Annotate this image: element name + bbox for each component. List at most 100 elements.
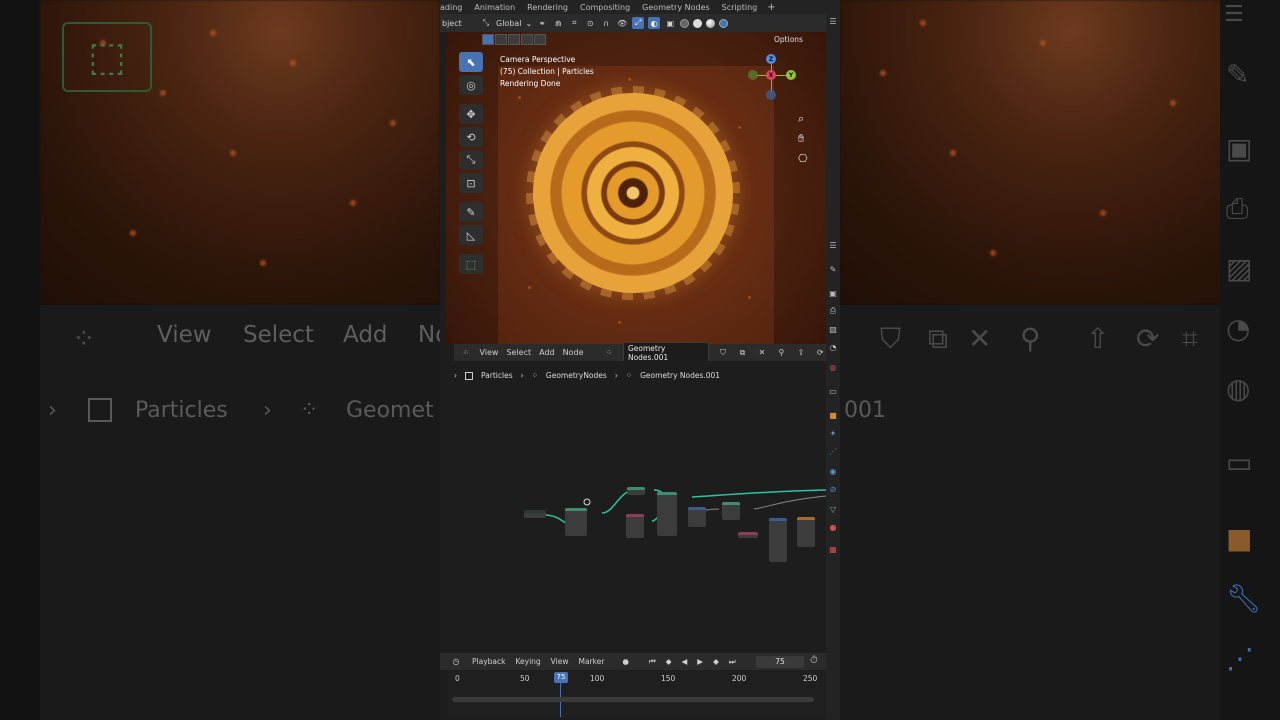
zoom-icon[interactable]: ⌕ [798, 112, 804, 126]
unlink-close-icon[interactable]: ✕ [756, 347, 767, 359]
tab-geometry-nodes[interactable]: Geometry Nodes [636, 3, 715, 12]
world-icon[interactable]: ◍ [828, 362, 838, 372]
transform-node[interactable] [688, 507, 706, 527]
points-node[interactable] [627, 487, 645, 495]
playback-dropdown[interactable]: Playback [472, 657, 505, 666]
menu-select[interactable]: Select [506, 348, 531, 357]
visibility-icon[interactable]: 👁︎ [616, 17, 628, 29]
view-layer-icon[interactable]: ▨ [828, 324, 838, 334]
timeline-editor-icon[interactable]: ◷ [450, 656, 462, 668]
timeline-scrollbar[interactable] [452, 697, 814, 702]
transform-icon[interactable]: ⊡ [459, 173, 483, 193]
gizmo-z-axis[interactable]: Z [766, 54, 776, 64]
solid-shading-icon[interactable] [693, 18, 703, 28]
pin-icon[interactable]: ⚲ [776, 347, 787, 359]
data-icon[interactable]: ▽ [828, 504, 838, 514]
gizmo-neg-z[interactable] [766, 90, 776, 100]
gizmo-y-axis[interactable]: Y [786, 70, 796, 80]
annotate-icon[interactable]: ✎ [459, 202, 483, 222]
select-intersect-icon[interactable] [534, 34, 546, 45]
menu-node[interactable]: Node [563, 348, 584, 357]
gizmo-neg-y[interactable] [748, 70, 758, 80]
math-node[interactable] [738, 532, 758, 538]
texture-icon[interactable]: ▦ [828, 544, 838, 554]
material-shading-icon[interactable] [706, 18, 716, 28]
jump-start-icon[interactable]: ⏮ [649, 657, 656, 667]
options-dropdown[interactable]: Options [774, 35, 803, 44]
collection-icon[interactable]: ▭ [828, 386, 838, 396]
tab-shading[interactable]: ading [440, 3, 468, 12]
xray-icon[interactable]: ▣ [664, 17, 676, 29]
modifier-icon[interactable]: ✦ [828, 428, 838, 438]
menu-add[interactable]: Add [539, 348, 555, 357]
material-icon[interactable]: ● [828, 522, 838, 532]
select-subtract-icon[interactable] [508, 34, 520, 45]
instance-node[interactable] [657, 492, 677, 536]
rotate-icon[interactable]: ⟲ [459, 127, 483, 147]
snap-icon[interactable]: ⟳ [815, 347, 826, 359]
pan-hand-icon[interactable]: ✋︎ [798, 132, 804, 146]
current-frame-field[interactable]: 75 [756, 656, 804, 668]
distribute-node[interactable] [565, 508, 587, 536]
group-input-node[interactable] [524, 510, 546, 518]
falloff-icon[interactable]: ∩ [600, 17, 612, 29]
tab-compositing[interactable]: Compositing [574, 3, 636, 12]
output-props-icon[interactable]: ⎙ [828, 306, 838, 316]
select-extend-icon[interactable] [495, 34, 507, 45]
overlay-toggle-icon[interactable]: ◐ [648, 17, 661, 29]
add-cube-icon[interactable]: ⬚ [459, 254, 483, 274]
duplicate-icon[interactable]: ⧉ [737, 347, 748, 359]
pivot-icon[interactable]: ⚭ [536, 17, 548, 29]
select-box-icon[interactable]: ⬉ [459, 52, 483, 72]
record-icon[interactable]: ● [622, 657, 629, 666]
scale-icon[interactable]: ⤡ [459, 150, 483, 170]
select-new-icon[interactable] [482, 34, 494, 45]
snap-icon[interactable]: ⋒ [552, 17, 564, 29]
jump-end-icon[interactable]: ⏭ [729, 657, 736, 667]
navigation-gizmo[interactable]: Z X Y [748, 54, 796, 100]
physics-icon[interactable]: ◉ [828, 466, 838, 476]
tab-animation[interactable]: Animation [468, 3, 521, 12]
wireframe-shading-icon[interactable] [680, 18, 690, 28]
gizmo-toggle-icon[interactable]: ⤢ [632, 17, 645, 29]
node-tree-icon[interactable]: ⁘ [604, 347, 615, 359]
editor-type-icon[interactable]: ⁘ [460, 347, 471, 359]
measure-icon[interactable]: ◺ [459, 225, 483, 245]
tab-rendering[interactable]: Rendering [521, 3, 574, 12]
menu-icon-2[interactable]: ☰ [828, 240, 838, 250]
prev-keyframe-icon[interactable]: ◆ [666, 657, 672, 666]
snap-target-icon[interactable]: ⌗ [568, 17, 580, 29]
fake-user-shield-icon[interactable]: ⛉ [717, 347, 728, 359]
tool-props-icon[interactable]: ✎ [828, 264, 838, 274]
random-value-node[interactable] [626, 514, 644, 538]
set-material-node[interactable] [769, 518, 787, 562]
marker-menu[interactable]: Marker [578, 657, 604, 666]
scene-icon[interactable]: ◔ [828, 342, 838, 352]
mode-dropdown[interactable]: bject [442, 19, 476, 28]
view-menu[interactable]: View [551, 657, 569, 666]
render-props-icon[interactable]: ▣ [828, 288, 838, 298]
gizmo-x-axis[interactable]: X [766, 70, 776, 80]
cursor-icon[interactable]: ◎ [459, 75, 483, 95]
realize-node[interactable] [722, 502, 740, 520]
camera-view-icon[interactable]: ⎔ [798, 152, 808, 165]
transform-orientation-dropdown[interactable]: Global [496, 19, 522, 28]
move-icon[interactable]: ✥ [459, 104, 483, 124]
play-icon[interactable]: ▶ [697, 657, 703, 666]
keying-dropdown[interactable]: Keying [515, 657, 540, 666]
particles-icon[interactable]: ⋰ [828, 446, 838, 456]
timeline-ruler[interactable]: 0 50 100 150 200 250 [448, 670, 826, 718]
object-props-icon[interactable]: ■ [828, 410, 838, 420]
select-invert-icon[interactable] [521, 34, 533, 45]
playhead[interactable]: 75 [554, 672, 568, 683]
stopwatch-icon[interactable]: ⏱ [810, 655, 818, 666]
add-workspace-button[interactable]: + [763, 2, 779, 13]
tab-scripting[interactable]: Scripting [716, 3, 764, 12]
output-node[interactable] [797, 517, 815, 547]
play-reverse-icon[interactable]: ◀ [682, 657, 688, 666]
next-keyframe-icon[interactable]: ◆ [713, 657, 719, 666]
menu-view[interactable]: View [479, 348, 498, 357]
constraints-icon[interactable]: ⊘ [828, 484, 838, 494]
proportional-edit-icon[interactable]: ⊙ [584, 17, 596, 29]
parent-icon[interactable]: ⇧ [795, 347, 806, 359]
